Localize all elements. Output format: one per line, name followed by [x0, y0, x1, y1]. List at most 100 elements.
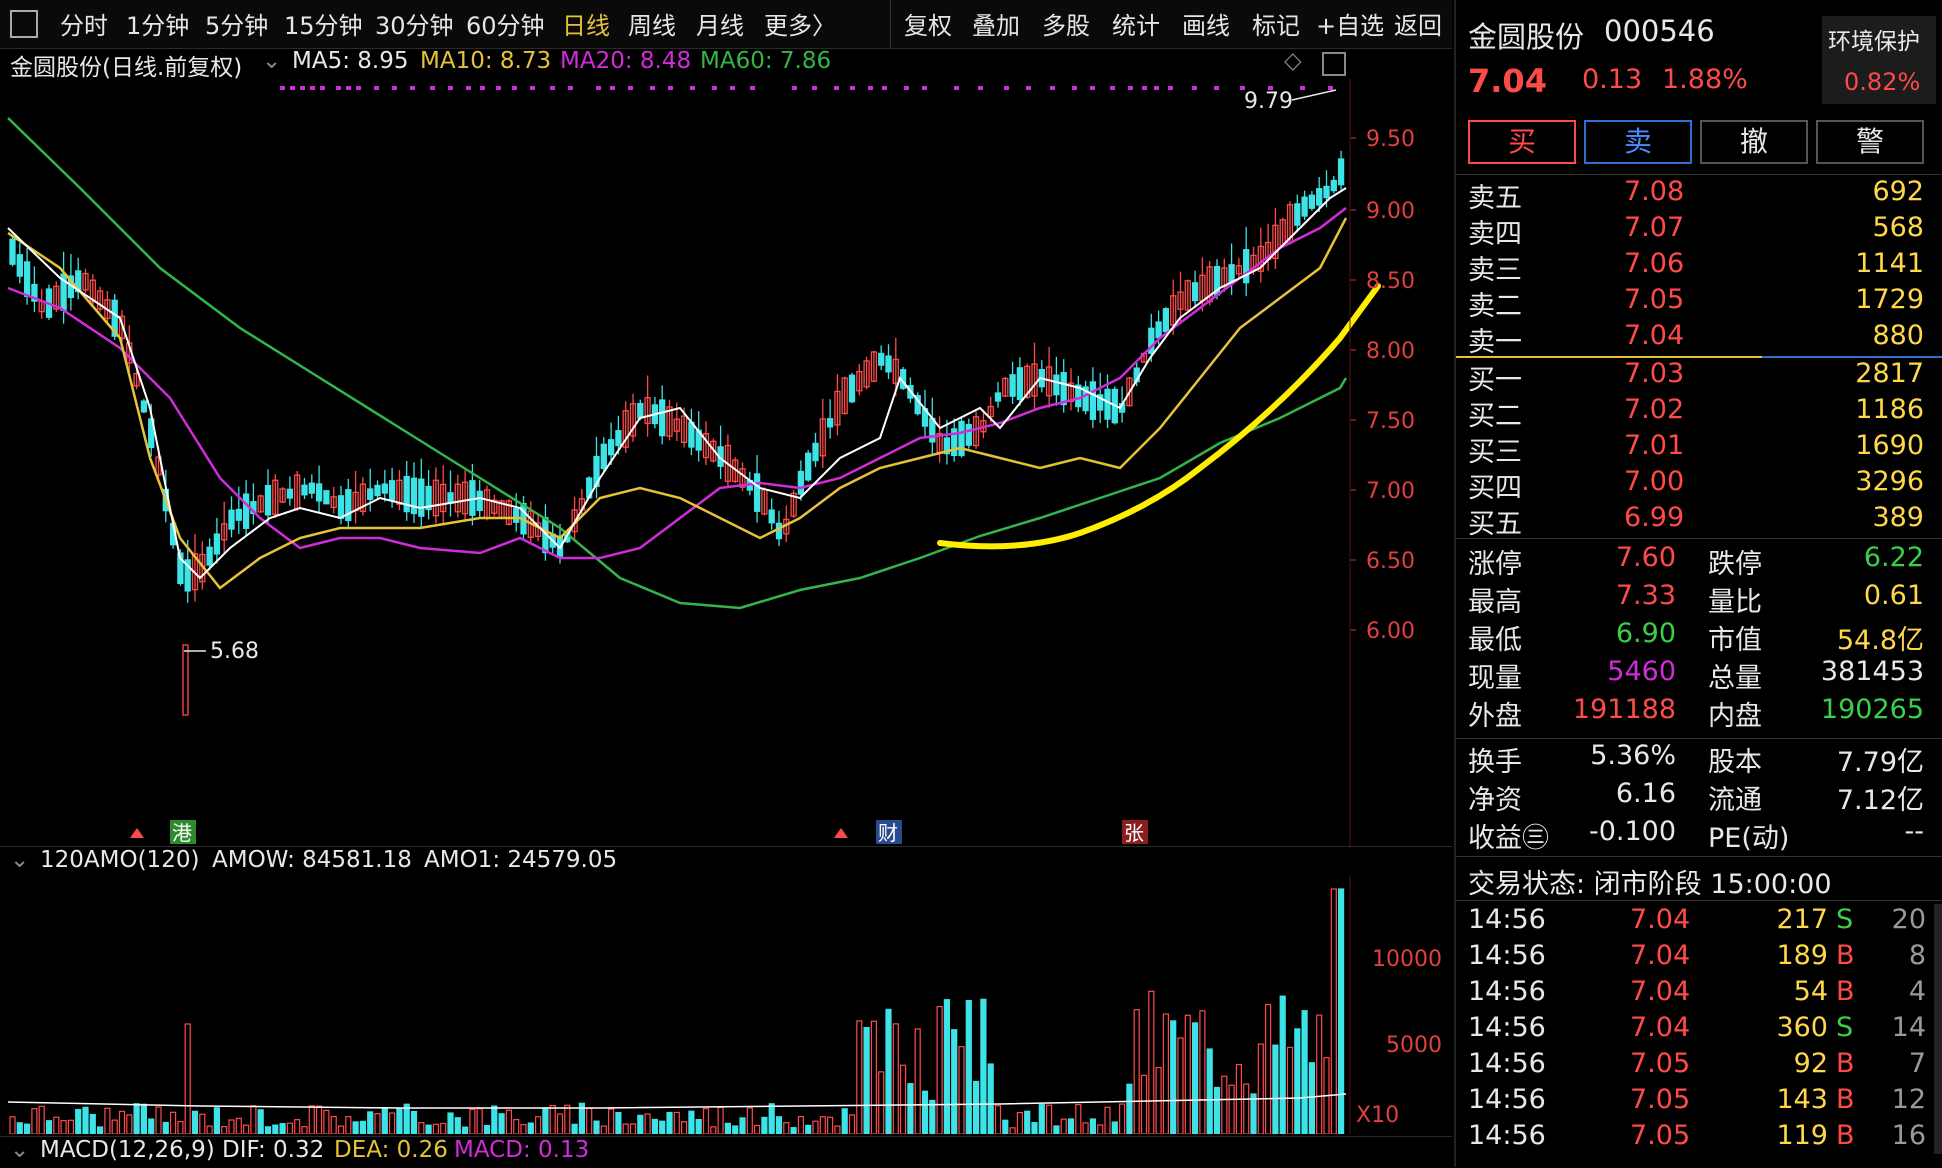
period-tab-more[interactable]: 更多〉	[764, 6, 836, 41]
volume-bar	[177, 1121, 184, 1134]
volume-bar	[418, 1122, 425, 1134]
overlay-button[interactable]: 叠加	[972, 6, 1020, 41]
volume-bar	[462, 1126, 469, 1134]
volume-bar	[1294, 1028, 1301, 1134]
candle-body	[213, 533, 221, 555]
sidebar-toggle-icon[interactable]	[10, 10, 38, 38]
volume-bar	[586, 1107, 593, 1134]
tick-side: B	[1836, 976, 1855, 1007]
volume-bar	[841, 1108, 848, 1134]
order-book-row[interactable]: 卖二 7.05 1729	[1456, 284, 1942, 322]
dropdown-icon[interactable]: ⌄	[262, 48, 281, 74]
current-price: 7.04	[1468, 62, 1547, 100]
cancel-order-button[interactable]: 撤	[1700, 120, 1808, 164]
order-book-row[interactable]: 买一 7.03 2817	[1456, 358, 1942, 396]
price-tick-label: 8.00	[1366, 339, 1415, 364]
tick-count: 7	[1908, 1048, 1926, 1079]
draw-line-button[interactable]: 画线	[1182, 6, 1230, 41]
period-tab-15min[interactable]: 15分钟	[284, 6, 363, 41]
period-tab-1min[interactable]: 1分钟	[126, 6, 189, 41]
add-watchlist-button[interactable]: +自选	[1316, 6, 1384, 41]
diamond-icon[interactable]: ◇	[1284, 48, 1302, 74]
scrollbar[interactable]	[1934, 904, 1942, 1154]
candle-body	[1009, 374, 1016, 397]
stat-value: 0.61	[1863, 580, 1924, 611]
event-marker[interactable]: 财	[878, 821, 898, 845]
order-book-row[interactable]: 买二 7.02 1186	[1456, 394, 1942, 432]
sector-tag[interactable]: 环境保护 0.82%	[1822, 16, 1936, 104]
order-book-row[interactable]: 卖四 7.07 568	[1456, 212, 1942, 250]
order-book-row[interactable]: 买三 7.01 1690	[1456, 430, 1942, 468]
period-tab-5min[interactable]: 5分钟	[205, 6, 268, 41]
order-book-row[interactable]: 卖五 7.08 692	[1456, 176, 1942, 214]
candle-body	[388, 480, 396, 501]
period-tab-fenshi[interactable]: 分时	[60, 6, 108, 41]
volume-bar	[790, 1127, 797, 1134]
volume-bar	[374, 1113, 381, 1134]
tick-price: 7.05	[1630, 1084, 1691, 1115]
period-tab-60min[interactable]: 60分钟	[466, 6, 545, 41]
tick-time: 14:56	[1468, 1120, 1546, 1151]
statistics-button[interactable]: 统计	[1112, 6, 1160, 41]
volume-bar	[31, 1107, 38, 1134]
ma60-line	[7, 117, 1348, 610]
restore-rights-button[interactable]: 复权	[904, 6, 952, 41]
period-tab-weekly[interactable]: 周线	[628, 6, 676, 41]
event-marker[interactable]: 港	[172, 821, 192, 845]
candle-body	[1301, 196, 1308, 217]
signal-dot	[904, 86, 909, 90]
volume-bar	[67, 1119, 75, 1134]
tick-row: 14:56 7.05 119 B 16	[1456, 1120, 1934, 1156]
volume-bar	[228, 1119, 235, 1134]
sell-button[interactable]: 卖	[1584, 120, 1692, 164]
stat-value: -0.100	[1588, 816, 1676, 847]
mark-button[interactable]: 标记	[1252, 6, 1300, 41]
signal-dot	[346, 86, 351, 90]
volume-chart[interactable]: 10000 5000 X10	[0, 876, 1452, 1134]
volume-bar	[1053, 1125, 1060, 1134]
kline-chart[interactable]: 9.50 9.00 8.50 8.00 7.50 7.00 6.50 6.00 9.79 5.…	[0, 78, 1452, 848]
back-button[interactable]: 返回	[1394, 6, 1442, 41]
volume-bar	[170, 1111, 177, 1134]
candle-body	[476, 490, 483, 512]
tick-side: S	[1836, 904, 1854, 935]
signal-dot	[712, 86, 717, 90]
alert-button[interactable]: 警	[1816, 120, 1924, 164]
tick-time: 14:56	[1468, 1012, 1546, 1043]
order-book-row[interactable]: 卖一 7.04 880	[1456, 320, 1942, 358]
period-tab-30min[interactable]: 30分钟	[375, 6, 454, 41]
event-marker[interactable]: 张	[1124, 821, 1144, 845]
multi-stock-button[interactable]: 多股	[1042, 6, 1090, 41]
volume-bar	[659, 1120, 666, 1134]
order-book-row[interactable]: 卖三 7.06 1141	[1456, 248, 1942, 286]
volume-bar	[425, 1124, 432, 1134]
order-book-row[interactable]: 买五 6.99 389	[1456, 502, 1942, 540]
volume-bar	[1038, 1104, 1045, 1134]
volume-bar	[775, 1116, 783, 1134]
tick-time: 14:56	[1468, 1048, 1546, 1079]
period-tab-monthly[interactable]: 月线	[696, 6, 744, 41]
collapse-icon[interactable]: ⌄	[10, 847, 29, 873]
window-icon[interactable]	[1322, 52, 1346, 76]
buy-button[interactable]: 买	[1468, 120, 1576, 164]
period-tab-daily[interactable]: 日线	[562, 6, 610, 41]
volume-bar	[812, 1120, 819, 1134]
stat-label: 量比	[1708, 587, 1762, 618]
volume-bar	[184, 1023, 191, 1134]
candle-body	[753, 473, 761, 512]
volume-bar	[38, 1105, 45, 1134]
signal-dot	[628, 86, 633, 90]
volume-bar	[673, 1111, 680, 1134]
volume-bar	[1213, 1086, 1221, 1134]
signal-dot	[300, 86, 305, 90]
signal-dot	[430, 86, 435, 90]
collapse-icon[interactable]: ⌄	[10, 1137, 29, 1163]
volume-bar	[958, 1046, 965, 1134]
volume-bar	[235, 1117, 242, 1134]
volume-bar	[1308, 1062, 1316, 1134]
price-tick-label: 8.50	[1366, 269, 1415, 294]
volume-bar	[491, 1105, 498, 1134]
candle-body	[206, 546, 213, 566]
volume-bar	[936, 1005, 943, 1134]
order-book-row[interactable]: 买四 7.00 3296	[1456, 466, 1942, 504]
